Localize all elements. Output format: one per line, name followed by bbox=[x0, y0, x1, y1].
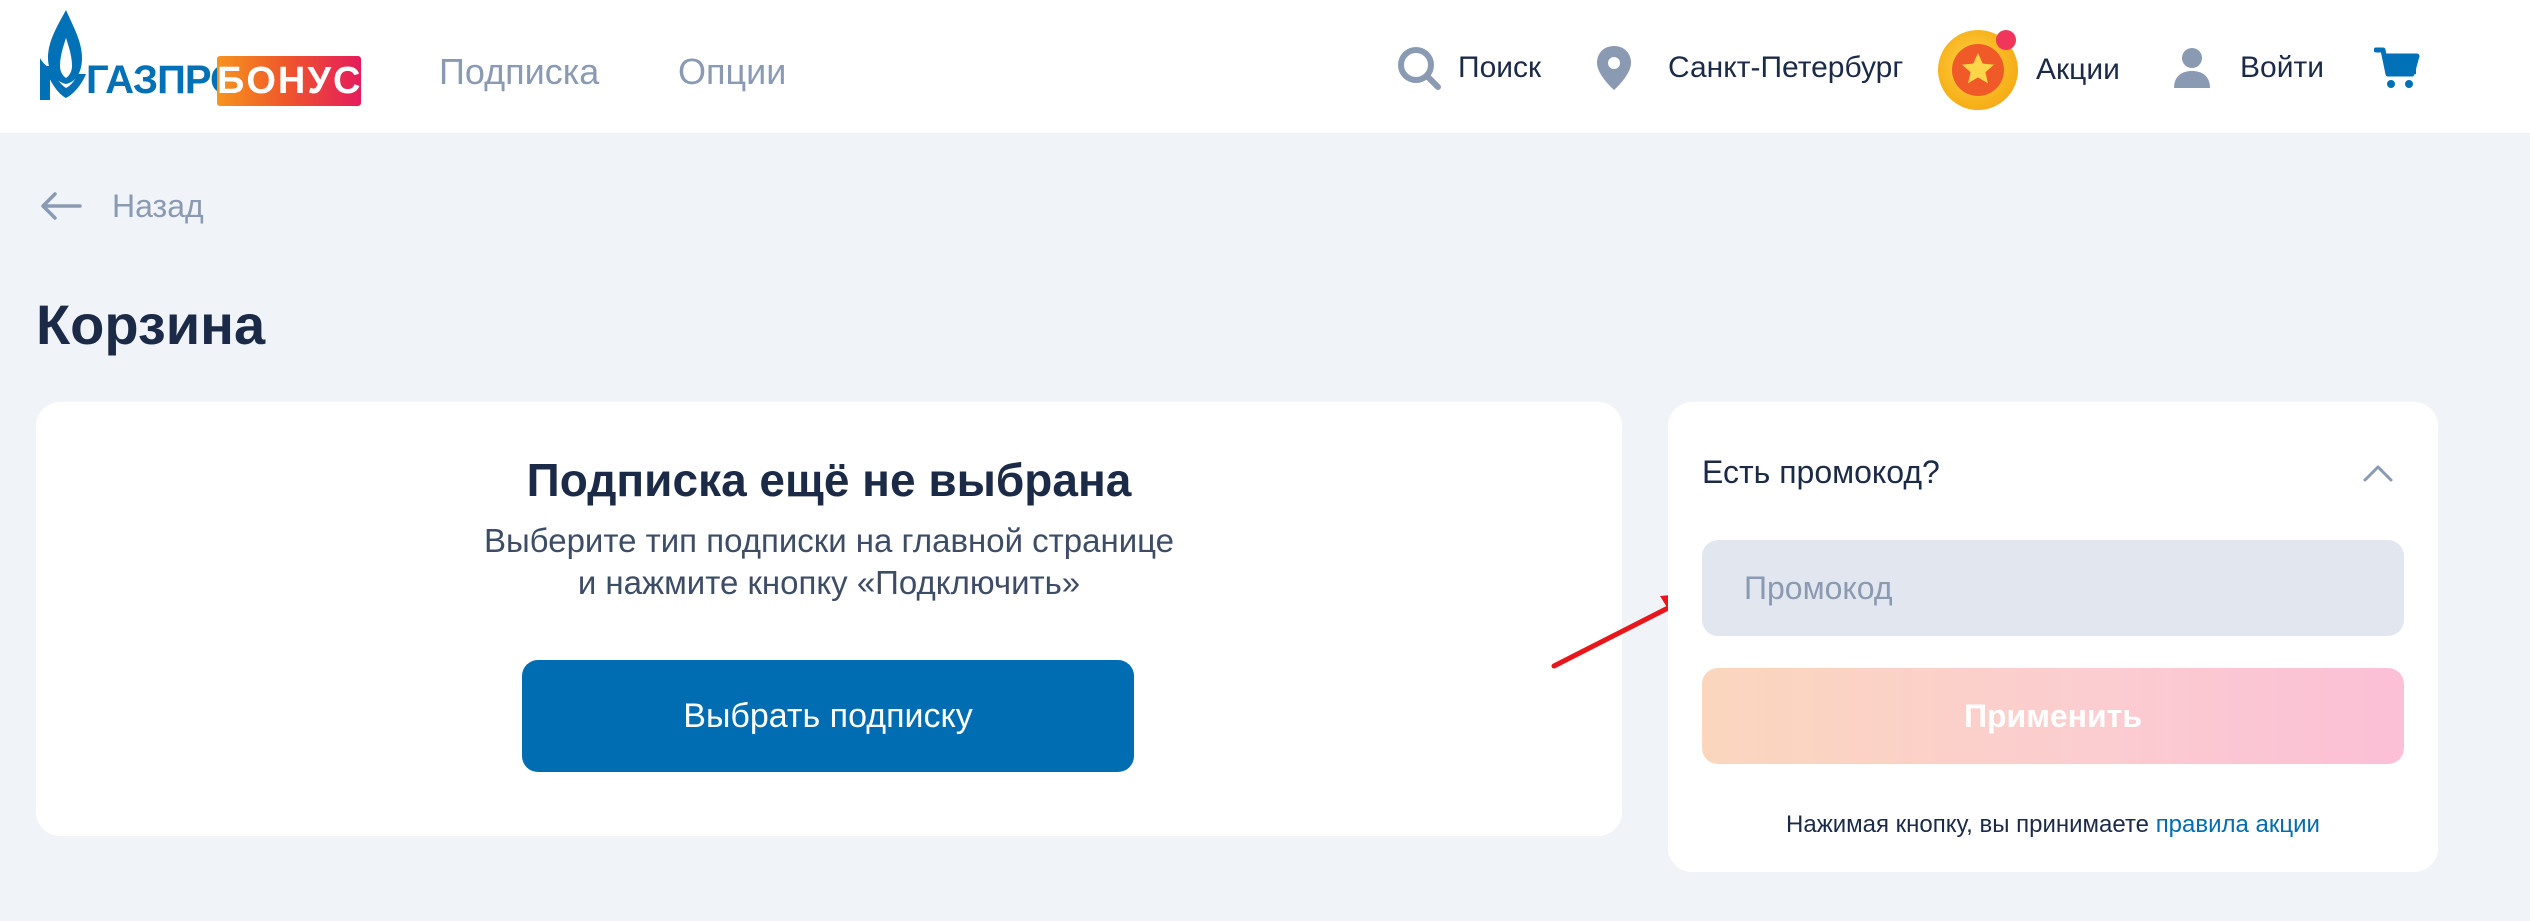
empty-cart-desc-line1: Выберите тип подписки на главной страниц… bbox=[483, 522, 1175, 559]
notification-dot bbox=[1996, 30, 2016, 50]
back-label: Назад bbox=[112, 187, 204, 224]
search-label: Поиск bbox=[1458, 51, 1542, 84]
login-button[interactable]: Войти bbox=[2172, 36, 2324, 100]
cart-icon bbox=[2374, 47, 2420, 88]
site-header: ГАЗПРОМ БОНУС Подписка Опции Поиск Санкт… bbox=[0, 0, 2530, 133]
choose-subscription-button[interactable]: Выбрать подписку bbox=[522, 660, 1134, 772]
cart-button[interactable] bbox=[2374, 36, 2420, 100]
user-icon bbox=[2174, 48, 2210, 88]
chevron-up-icon[interactable] bbox=[2362, 458, 2394, 490]
apply-button[interactable]: Применить bbox=[1702, 668, 2404, 764]
promo-code-input[interactable] bbox=[1702, 540, 2404, 636]
login-label: Войти bbox=[2240, 51, 2324, 84]
empty-cart-description: Выберите тип подписки на главной страниц… bbox=[36, 520, 1622, 604]
promotions-button[interactable]: Акции bbox=[1938, 28, 2120, 112]
back-link[interactable]: Назад bbox=[40, 184, 204, 228]
empty-cart-title: Подписка ещё не выбрана bbox=[526, 454, 1132, 506]
empty-cart-card: Подписка ещё не выбрана Выберите тип под… bbox=[36, 402, 1622, 836]
page-title: Корзина bbox=[36, 293, 266, 356]
terms-text: Нажимая кнопку, вы принимаете bbox=[1786, 811, 2150, 838]
nav-subscription[interactable]: Подписка bbox=[439, 50, 599, 94]
terms-link[interactable]: правила акции bbox=[2156, 811, 2320, 838]
nav-options[interactable]: Опции bbox=[678, 50, 786, 94]
gazprom-bonus-logo[interactable]: ГАЗПРОМ БОНУС bbox=[36, 8, 361, 106]
city-selector[interactable]: Санкт-Петербург bbox=[1594, 36, 1903, 100]
empty-cart-desc-line2: и нажмите кнопку «Подключить» bbox=[577, 564, 1081, 601]
search-button[interactable]: Поиск bbox=[1396, 36, 1541, 100]
logo-bonus-badge: БОНУС bbox=[217, 56, 361, 106]
promotions-label: Акции bbox=[2036, 53, 2120, 86]
promo-heading[interactable]: Есть промокод? bbox=[1702, 452, 1940, 492]
terms-notice: Нажимая кнопку, вы принимаете правила ак… bbox=[1668, 810, 2438, 840]
arrow-left-icon bbox=[41, 192, 82, 220]
search-icon bbox=[1398, 47, 1441, 90]
location-pin-icon bbox=[1597, 46, 1631, 90]
star-coin-icon bbox=[1938, 30, 2018, 110]
promo-code-card: Есть промокод? Применить Нажимая кнопку,… bbox=[1668, 402, 2438, 872]
city-label: Санкт-Петербург bbox=[1668, 51, 1904, 84]
